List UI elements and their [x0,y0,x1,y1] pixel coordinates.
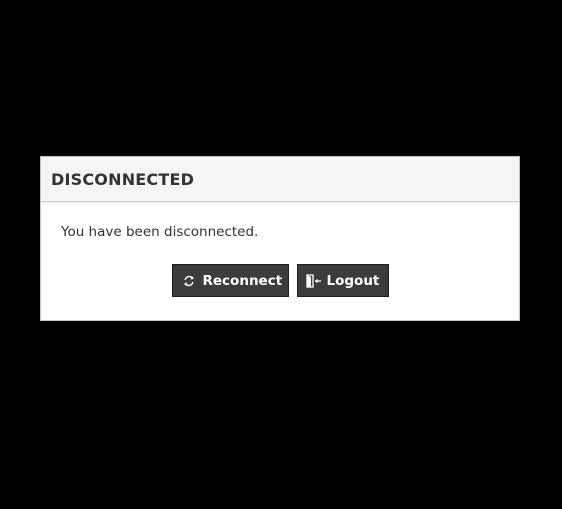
refresh-icon [183,274,195,288]
logout-door-icon [305,273,323,288]
dialog-header: DISCONNECTED [41,157,519,202]
reconnect-button[interactable]: Reconnect [171,264,289,297]
dialog-button-row: Reconnect Logout [61,264,499,297]
reconnect-label: Reconnect [202,272,283,289]
logout-label: Logout [326,272,380,289]
dialog-title: DISCONNECTED [51,169,195,189]
dialog-body: You have been disconnected. Reconnect Lo… [41,202,519,297]
logout-button[interactable]: Logout [296,264,389,297]
disconnected-dialog: DISCONNECTED You have been disconnected.… [40,156,520,321]
disconnected-message: You have been disconnected. [61,224,259,240]
